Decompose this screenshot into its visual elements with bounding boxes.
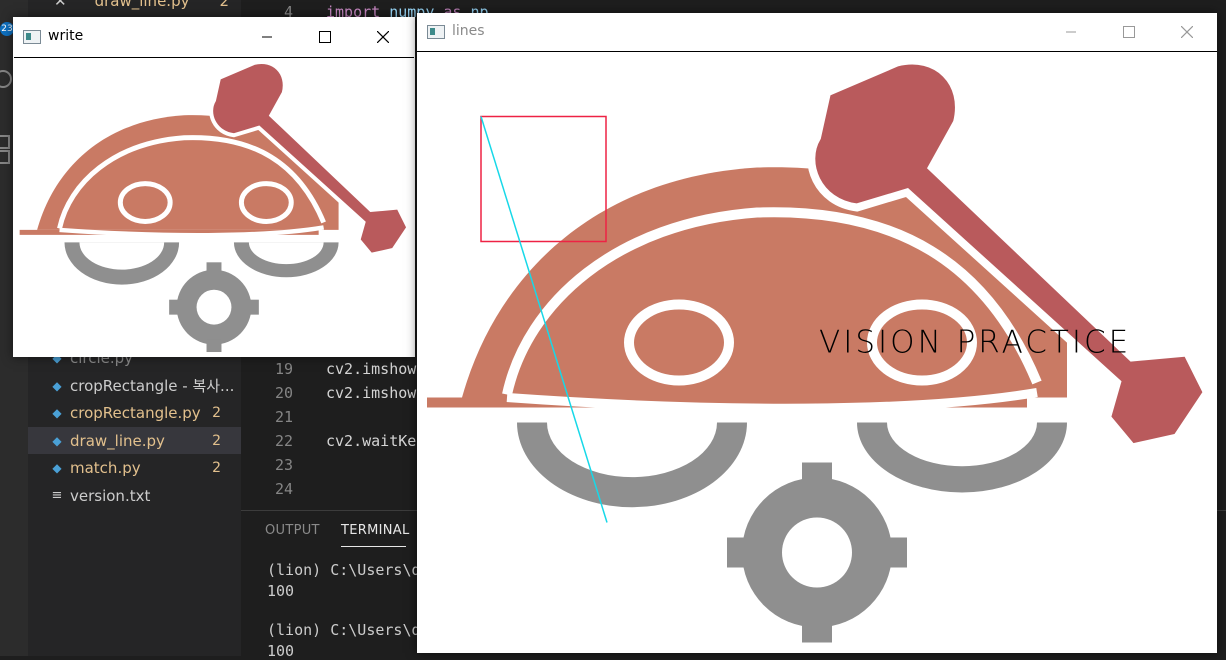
extensions-icon-part	[0, 150, 10, 164]
file-item-croprectangle[interactable]: ◆ cropRectangle.py 2	[28, 399, 241, 426]
open-file-name: draw_line.py	[94, 0, 190, 10]
window-title: write	[48, 28, 84, 44]
problem-count-badge: 2	[212, 459, 221, 476]
line-number: 23	[274, 456, 293, 474]
minimize-icon	[1066, 31, 1076, 33]
debug-icon[interactable]	[0, 70, 12, 88]
image-canvas	[14, 57, 414, 357]
window-lines[interactable]: lines VISION PRACTICE	[417, 13, 1217, 653]
active-tab-indicator	[341, 546, 406, 547]
code-line: cv2.imshow	[326, 360, 417, 378]
minimize-button[interactable]	[238, 17, 296, 57]
python-file-icon: ◆	[52, 460, 62, 475]
file-name: cropRectangle - 복사...	[70, 377, 235, 395]
line-number: 24	[274, 480, 293, 498]
problem-count-badge: 2	[212, 404, 221, 421]
file-name: cropRectangle.py	[70, 403, 201, 422]
problem-count-badge: 2	[219, 0, 230, 10]
window-title: lines	[452, 23, 485, 39]
close-icon	[377, 31, 389, 43]
logo-drawing	[19, 60, 411, 353]
vision-logo-image	[19, 60, 411, 353]
problem-count-badge: 2	[212, 432, 221, 449]
python-file-icon: ◆	[52, 405, 62, 420]
line-number: 22	[274, 432, 293, 450]
file-name: version.txt	[70, 486, 151, 505]
maximize-icon	[1123, 26, 1135, 38]
code-line: cv2.imshow	[326, 384, 417, 402]
python-file-icon: ◆	[52, 433, 62, 448]
file-item-match[interactable]: ◆ match.py 2	[28, 454, 241, 481]
close-button[interactable]	[354, 17, 412, 57]
file-item-version[interactable]: ≡ version.txt	[28, 482, 241, 509]
activity-badge: 23	[0, 22, 14, 36]
extensions-icon[interactable]	[0, 135, 10, 149]
vision-practice-text: VISION PRACTICE	[819, 325, 1131, 361]
file-item-draw-line[interactable]: ◆ draw_line.py 2	[28, 427, 241, 454]
app-icon	[23, 30, 41, 44]
vision-logo-image: VISION PRACTICE	[427, 56, 1212, 643]
close-button[interactable]	[1158, 13, 1216, 51]
tab-output[interactable]: OUTPUT	[265, 523, 320, 538]
minimize-button[interactable]	[1042, 13, 1100, 51]
terminal-line: (lion) C:\Users\d	[267, 561, 421, 579]
terminal-line: (lion) C:\Users\d	[267, 621, 421, 639]
terminal-line: 100	[267, 642, 295, 660]
terminal-line: 100	[267, 582, 295, 600]
close-icon	[1181, 26, 1193, 38]
titlebar[interactable]: lines	[417, 13, 1217, 51]
minimize-icon	[262, 36, 272, 38]
code-line: cv2.waitKe	[326, 432, 417, 450]
tab-terminal[interactable]: TERMINAL	[341, 523, 410, 538]
titlebar[interactable]: write	[13, 17, 415, 57]
python-file-icon: ◆	[52, 378, 62, 393]
file-name: match.py	[70, 458, 141, 477]
maximize-button[interactable]	[296, 17, 354, 57]
file-item-croprectangle-copy[interactable]: ◆ cropRectangle - 복사...	[28, 372, 241, 399]
maximize-icon	[319, 31, 331, 43]
text-file-icon: ≡	[51, 488, 63, 503]
close-icon[interactable]: ✕	[54, 0, 67, 10]
maximize-button[interactable]	[1100, 13, 1158, 51]
line-number: 21	[274, 408, 293, 426]
image-canvas: VISION PRACTICE	[417, 51, 1217, 653]
line-number: 20	[274, 384, 293, 402]
window-write[interactable]: write	[13, 17, 415, 357]
file-name: draw_line.py	[70, 431, 165, 450]
open-editor-item[interactable]: ✕ draw_line.py 2	[28, 0, 241, 10]
app-icon	[427, 25, 445, 39]
line-number: 19	[274, 360, 293, 378]
